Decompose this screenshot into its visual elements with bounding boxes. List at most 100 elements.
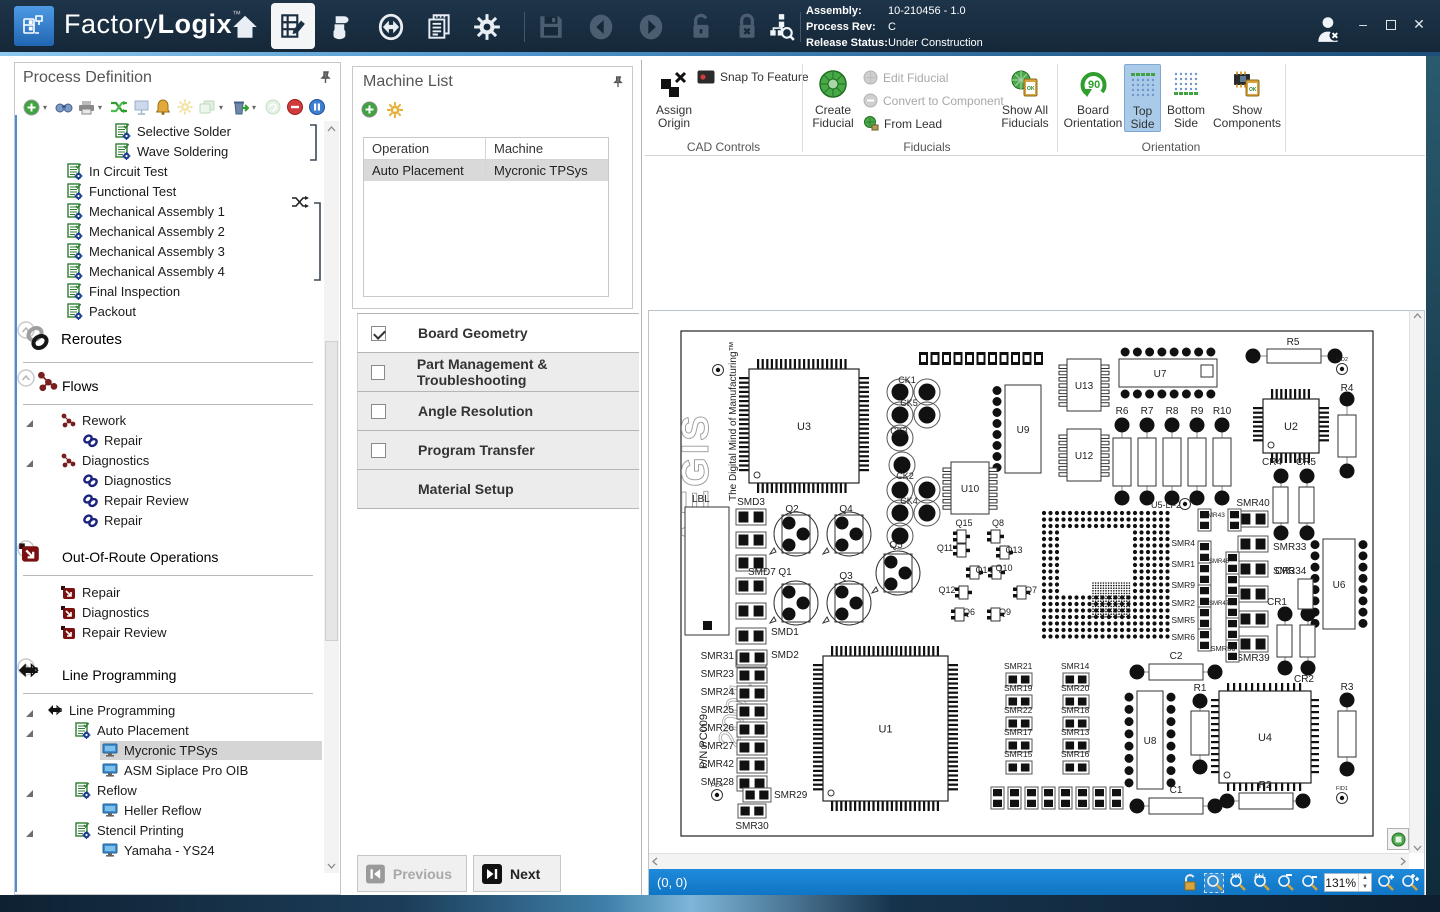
zoom-out-selected-icon[interactable] (1276, 873, 1296, 893)
scroll-down-icon[interactable] (324, 858, 339, 873)
add-icon[interactable] (21, 97, 41, 117)
section-header-flows[interactable]: Flows (17, 369, 327, 405)
create-fiducial-button[interactable]: Create Fiducial (808, 64, 858, 130)
zoom-level-input[interactable]: 131%▲▼ (1324, 873, 1372, 892)
pcb-canvas[interactable]: AEGISThe Digital Mind of Manufacturing™P… (649, 311, 1409, 853)
machine-table[interactable]: OperationMachine Auto PlacementMycronic … (363, 137, 609, 297)
expanded-arrow-icon[interactable] (25, 456, 34, 465)
step-material-setup[interactable]: Material Setup (357, 470, 639, 509)
tree-item-repair[interactable]: Repair (17, 582, 327, 602)
tree-item-repair-review[interactable]: Repair Review (17, 622, 327, 642)
tree-item-line-programming[interactable]: Line Programming (17, 700, 327, 720)
tree-item-stencil-printing[interactable]: Stencil Printing (17, 820, 327, 840)
next-button[interactable]: Next (473, 855, 561, 892)
tree-item-mechanical-assembly-1[interactable]: Mechanical Assembly 1 (17, 201, 327, 221)
dropdown-caret-icon[interactable]: ▾ (43, 103, 52, 112)
minimize-button[interactable]: – (1352, 16, 1374, 32)
tree-item-mechanical-assembly-3[interactable]: Mechanical Assembly 3 (17, 241, 327, 261)
top-side-button[interactable]: Top Side (1124, 64, 1161, 132)
cad-horizontal-scrollbar[interactable] (649, 853, 1409, 869)
delete-icon[interactable] (230, 97, 250, 117)
dropdown-caret-icon[interactable]: ▾ (252, 103, 261, 112)
alerts-icon[interactable] (153, 97, 173, 117)
section-header-oor[interactable]: Out-Of-Route Operations (17, 540, 327, 576)
search-icon[interactable] (54, 97, 74, 117)
process-audit-icon[interactable] (762, 8, 800, 46)
zoom-spin-up-icon[interactable]: ▲ (1359, 874, 1371, 883)
expanded-arrow-icon[interactable] (25, 726, 34, 735)
expanded-arrow-icon[interactable] (25, 786, 34, 795)
zoom-all-icon[interactable]: ALL (1252, 873, 1272, 893)
show-components-button[interactable]: OK Show Components (1213, 64, 1281, 130)
settings-gear-icon[interactable] (468, 8, 506, 46)
tree-item-in-circuit-test[interactable]: In Circuit Test (17, 161, 327, 181)
tree-item-repair-review[interactable]: Repair Review (17, 490, 327, 510)
dropdown-caret-icon[interactable]: ▾ (98, 103, 107, 112)
tree-item-mechanical-assembly-2[interactable]: Mechanical Assembly 2 (17, 221, 327, 241)
close-button[interactable]: ✕ (1408, 16, 1430, 33)
pin-icon[interactable] (319, 71, 332, 89)
section-header-reroutes[interactable]: Reroutes (17, 321, 327, 363)
process-definition-icon[interactable] (271, 3, 315, 49)
step-part-management-troubleshooting[interactable]: Part Management & Troubleshooting (357, 353, 639, 392)
documents-icon[interactable] (420, 8, 458, 46)
collapse-chevron-icon[interactable] (17, 374, 35, 391)
tree-item-final-inspection[interactable]: Final Inspection (17, 281, 327, 301)
zoom-in-icon[interactable] (1376, 873, 1396, 893)
tree-item-diagnostics[interactable]: Diagnostics (17, 450, 327, 470)
board-orientation-button[interactable]: 90 Board Orientation (1063, 64, 1123, 130)
machine-settings-icon[interactable] (386, 101, 404, 124)
step-program-transfer[interactable]: Program Transfer (357, 431, 639, 470)
add-machine-icon[interactable] (361, 101, 378, 124)
pause-icon[interactable] (307, 97, 327, 117)
step-angle-resolution[interactable]: Angle Resolution (357, 392, 639, 431)
scroll-thumb[interactable] (325, 341, 338, 641)
expanded-arrow-icon[interactable] (25, 706, 34, 715)
expanded-arrow-icon[interactable] (25, 826, 34, 835)
tree-item-auto-placement[interactable]: Auto Placement (17, 720, 327, 740)
bottom-side-button[interactable]: Bottom Side (1163, 64, 1209, 130)
tree-item-heller-reflow[interactable]: Heller Reflow (17, 800, 327, 820)
show-all-fiducials-button[interactable]: OK Show All Fiducials (997, 64, 1053, 130)
cad-vertical-scrollbar[interactable] (1409, 311, 1424, 853)
zoom-spin-down-icon[interactable]: ▼ (1359, 883, 1371, 892)
tree-item-repair[interactable]: Repair (17, 430, 327, 450)
section-header-lineprog[interactable]: Line Programming (17, 658, 327, 694)
stop-icon[interactable] (285, 97, 305, 117)
tree-item-packout[interactable]: Packout (17, 301, 327, 321)
tree-item-asm-siplace-pro-oib[interactable]: ASM Siplace Pro OIB (17, 760, 327, 780)
tree-item-rework[interactable]: Rework (17, 410, 327, 430)
home-icon[interactable] (226, 8, 264, 46)
tree-item-wave-soldering[interactable]: Wave Soldering (17, 141, 327, 161)
machine-table-row[interactable]: Auto PlacementMycronic TPSys (364, 160, 608, 181)
previous-button[interactable]: Previous (357, 855, 467, 892)
from-lead-button[interactable]: From Lead (863, 116, 942, 131)
cad-layers-button[interactable] (1387, 828, 1409, 850)
tree-item-reflow[interactable]: Reflow (17, 780, 327, 800)
zoom-in-all-icon[interactable] (1400, 873, 1420, 893)
step-board-geometry[interactable]: Board Geometry (357, 314, 639, 353)
machine-pin-icon[interactable] (612, 75, 624, 93)
scroll-up-icon[interactable] (324, 121, 339, 136)
transfer-icon[interactable] (372, 8, 410, 46)
tree-scrollbar[interactable] (324, 121, 339, 873)
tree-item-functional-test[interactable]: Functional Test (17, 181, 327, 201)
tree-item-selective-solder[interactable]: Selective Solder (17, 121, 327, 141)
tree-item-yamaha-ys24[interactable]: Yamaha - YS24 (17, 840, 327, 860)
zoom-out-icon[interactable] (1300, 873, 1320, 893)
assign-origin-button[interactable]: Assign Origin (650, 64, 698, 130)
print-icon[interactable] (76, 97, 96, 117)
materials-icon[interactable] (322, 8, 360, 46)
step-checkbox[interactable] (371, 443, 386, 458)
zoom-100-icon[interactable]: 100 (1228, 873, 1248, 893)
tree-item-repair[interactable]: Repair (17, 510, 327, 530)
step-checkbox[interactable] (371, 365, 385, 380)
snap-to-feature-button[interactable]: Snap To Feature (697, 70, 809, 84)
tree-item-diagnostics[interactable]: Diagnostics (17, 602, 327, 622)
maximize-button[interactable] (1380, 17, 1402, 33)
expanded-arrow-icon[interactable] (25, 416, 34, 425)
zoom-lock-icon[interactable] (1180, 873, 1200, 893)
zoom-window-icon[interactable] (1204, 873, 1224, 893)
step-checkbox[interactable] (371, 404, 386, 419)
tree-item-mycronic-tpsys[interactable]: Mycronic TPSys (17, 740, 327, 760)
